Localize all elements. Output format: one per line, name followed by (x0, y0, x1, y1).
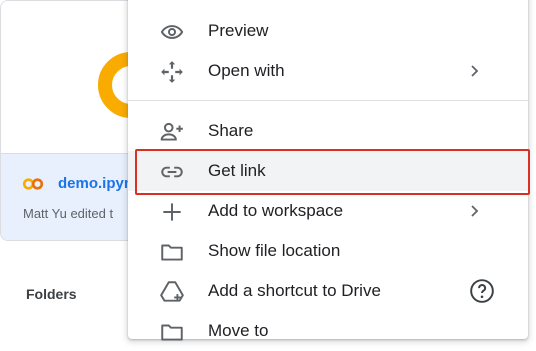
menu-item-add-shortcut[interactable]: Add a shortcut to Drive (128, 271, 528, 311)
folder-move-icon (161, 324, 183, 341)
menu-item-add-to-workspace[interactable]: Add to workspace (128, 191, 528, 231)
person-add-icon (160, 122, 183, 141)
menu-item-move-to[interactable]: Move to (128, 311, 528, 351)
folders-heading: Folders (26, 286, 77, 302)
menu-item-label: Share (208, 121, 254, 140)
file-name[interactable]: demo.ipyn (58, 175, 133, 192)
menu-item-share[interactable]: Share (128, 111, 528, 151)
folder-icon (161, 244, 183, 261)
drive-shortcut-icon (160, 281, 184, 302)
menu-item-label: Move to (208, 321, 269, 340)
link-icon (161, 166, 183, 178)
chevron-right-icon (471, 65, 479, 77)
menu-item-get-link[interactable]: Get link (128, 151, 528, 191)
menu-item-open-with[interactable]: Open with (128, 51, 528, 91)
menu-item-preview[interactable]: Preview (128, 11, 528, 51)
menu-item-label: Open with (208, 61, 285, 80)
plus-icon (163, 203, 181, 221)
menu-item-label: Add a shortcut to Drive (208, 281, 381, 300)
help-circle-icon[interactable] (469, 278, 495, 304)
context-menu: Preview Open with Share Get link Add to … (128, 0, 528, 341)
file-edited-by: Matt Yu edited t (23, 206, 114, 221)
menu-item-label: Get link (208, 161, 266, 180)
menu-item-label: Add to workspace (208, 201, 344, 220)
move-arrows-icon (161, 61, 183, 83)
eye-icon (160, 25, 184, 39)
menu-item-label: Show file location (208, 241, 341, 260)
menu-item-show-file-location[interactable]: Show file location (128, 231, 528, 271)
chevron-right-icon (471, 205, 479, 217)
menu-divider (128, 100, 528, 101)
menu-item-label: Preview (208, 21, 269, 40)
colab-file-icon (22, 178, 44, 190)
